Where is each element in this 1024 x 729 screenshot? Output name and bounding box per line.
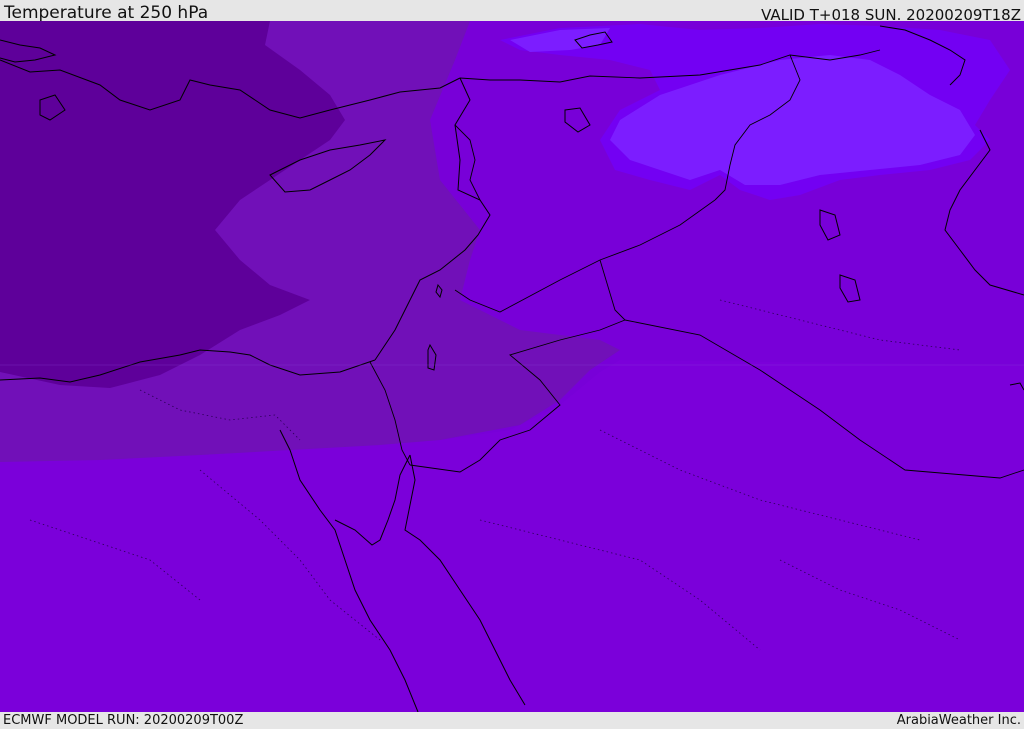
model-run-label: ECMWF MODEL RUN: 20200209T00Z bbox=[3, 713, 244, 728]
weather-map bbox=[0, 21, 1024, 712]
map-canvas bbox=[0, 21, 1024, 712]
credit-label: ArabiaWeather Inc. bbox=[896, 713, 1021, 728]
header-bar: Temperature at 250 hPa VALID T+018 SUN. … bbox=[0, 0, 1024, 24]
footer-bar: ECMWF MODEL RUN: 20200209T00Z ArabiaWeat… bbox=[0, 712, 1024, 729]
map-title: Temperature at 250 hPa bbox=[4, 3, 209, 23]
